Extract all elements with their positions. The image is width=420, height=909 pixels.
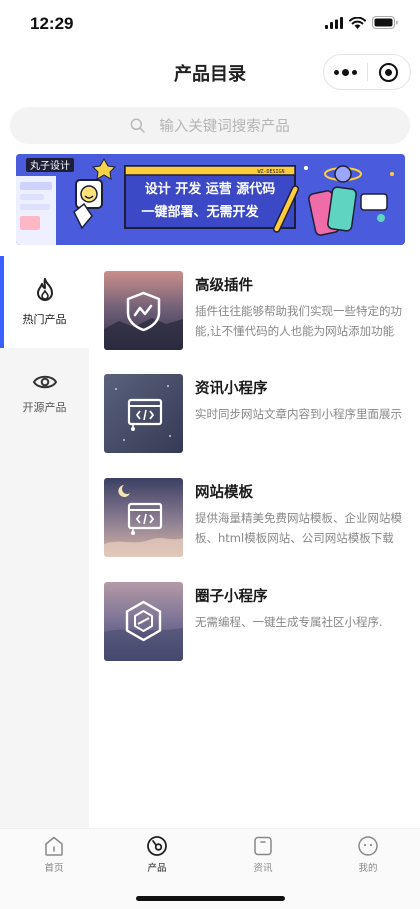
tab-news[interactable]: 资讯 bbox=[233, 835, 293, 874]
banner-logo: 丸子设计 bbox=[30, 159, 70, 172]
product-thumbnail bbox=[104, 478, 183, 557]
news-icon bbox=[254, 836, 272, 856]
more-button[interactable] bbox=[324, 55, 367, 89]
product-description: 实时同步网站文章内容到小程序里面展示 bbox=[195, 407, 402, 421]
tab-profile[interactable]: 我的 bbox=[338, 835, 398, 874]
category-hot-label: 热门产品 bbox=[22, 313, 67, 326]
tab-home[interactable]: 首页 bbox=[24, 835, 84, 874]
category-open-source[interactable]: 开源产品 bbox=[0, 348, 89, 440]
tab-profile-label: 我的 bbox=[358, 863, 378, 874]
home-indicator bbox=[136, 896, 285, 901]
wifi-icon bbox=[349, 16, 366, 29]
close-button[interactable] bbox=[367, 55, 410, 89]
status-bar: 12:29 bbox=[0, 0, 420, 50]
tab-home-label: 首页 bbox=[44, 863, 64, 874]
nav-bar: 产品目录 bbox=[0, 50, 420, 96]
product-item[interactable]: 圈子小程序 无需编程、一键生成专属社区小程序. bbox=[104, 582, 404, 662]
tab-product-label: 产品 bbox=[147, 863, 167, 874]
product-name: 网站模板 bbox=[195, 485, 253, 501]
category-sidebar: 热门产品 开源产品 bbox=[0, 256, 89, 828]
product-thumbnail bbox=[104, 271, 183, 350]
product-name: 资讯小程序 bbox=[195, 381, 268, 397]
status-icons bbox=[325, 16, 398, 29]
category-open-source-label: 开源产品 bbox=[22, 401, 67, 414]
flame-icon bbox=[36, 278, 53, 301]
tab-product[interactable]: 产品 bbox=[127, 835, 187, 874]
close-dot bbox=[385, 68, 393, 76]
product-description: 插件往往能够帮助我们实现一些特定的功能,让不懂代码的人也能为网站添加功能 bbox=[195, 304, 402, 338]
product-thumbnail bbox=[104, 582, 183, 661]
status-time: 12:29 bbox=[30, 14, 74, 33]
banner-line1: 设计 开发 运营 源代码 bbox=[145, 181, 276, 197]
product-icon bbox=[147, 836, 167, 856]
category-hot[interactable]: 热门产品 bbox=[0, 256, 89, 348]
home-icon bbox=[45, 836, 63, 856]
banner-line2: 一键部署、无需开发 bbox=[141, 204, 259, 220]
mini-program-capsule bbox=[323, 54, 411, 90]
product-name: 圈子小程序 bbox=[195, 589, 268, 605]
signal-icon bbox=[325, 16, 343, 29]
eye-icon bbox=[32, 375, 57, 389]
product-description: 提供海量精美免费网站模板、企业网站模板、html模板网站、公司网站模板下载 bbox=[195, 511, 402, 545]
more-dot bbox=[333, 69, 339, 75]
search-icon bbox=[130, 118, 145, 133]
promo-banner[interactable]: 丸子设计 WZ-DESIGN 设计 开发 运营 源代码 一键部署、无需开发 bbox=[16, 154, 405, 245]
product-item[interactable]: 高级插件 插件往往能够帮助我们实现一些特定的功能,让不懂代码的人也能为网站添加功… bbox=[104, 271, 404, 351]
product-name: 高级插件 bbox=[195, 278, 253, 294]
product-item[interactable]: 网站模板 提供海量精美免费网站模板、企业网站模板、html模板网站、公司网站模板… bbox=[104, 478, 404, 558]
tab-news-label: 资讯 bbox=[253, 863, 273, 874]
product-description: 无需编程、一键生成专属社区小程序. bbox=[195, 615, 383, 629]
battery-icon bbox=[372, 16, 398, 29]
more-dot bbox=[351, 69, 357, 75]
more-dot bbox=[341, 68, 349, 76]
product-thumbnail bbox=[104, 374, 183, 453]
banner-tag: WZ-DESIGN bbox=[257, 169, 284, 175]
search-placeholder: 输入关键词搜索产品 bbox=[159, 119, 290, 135]
search-bar[interactable]: 输入关键词搜索产品 bbox=[10, 107, 410, 144]
product-item[interactable]: 资讯小程序 实时同步网站文章内容到小程序里面展示 bbox=[104, 374, 404, 454]
close-target-icon bbox=[379, 62, 399, 82]
profile-icon bbox=[358, 836, 378, 856]
